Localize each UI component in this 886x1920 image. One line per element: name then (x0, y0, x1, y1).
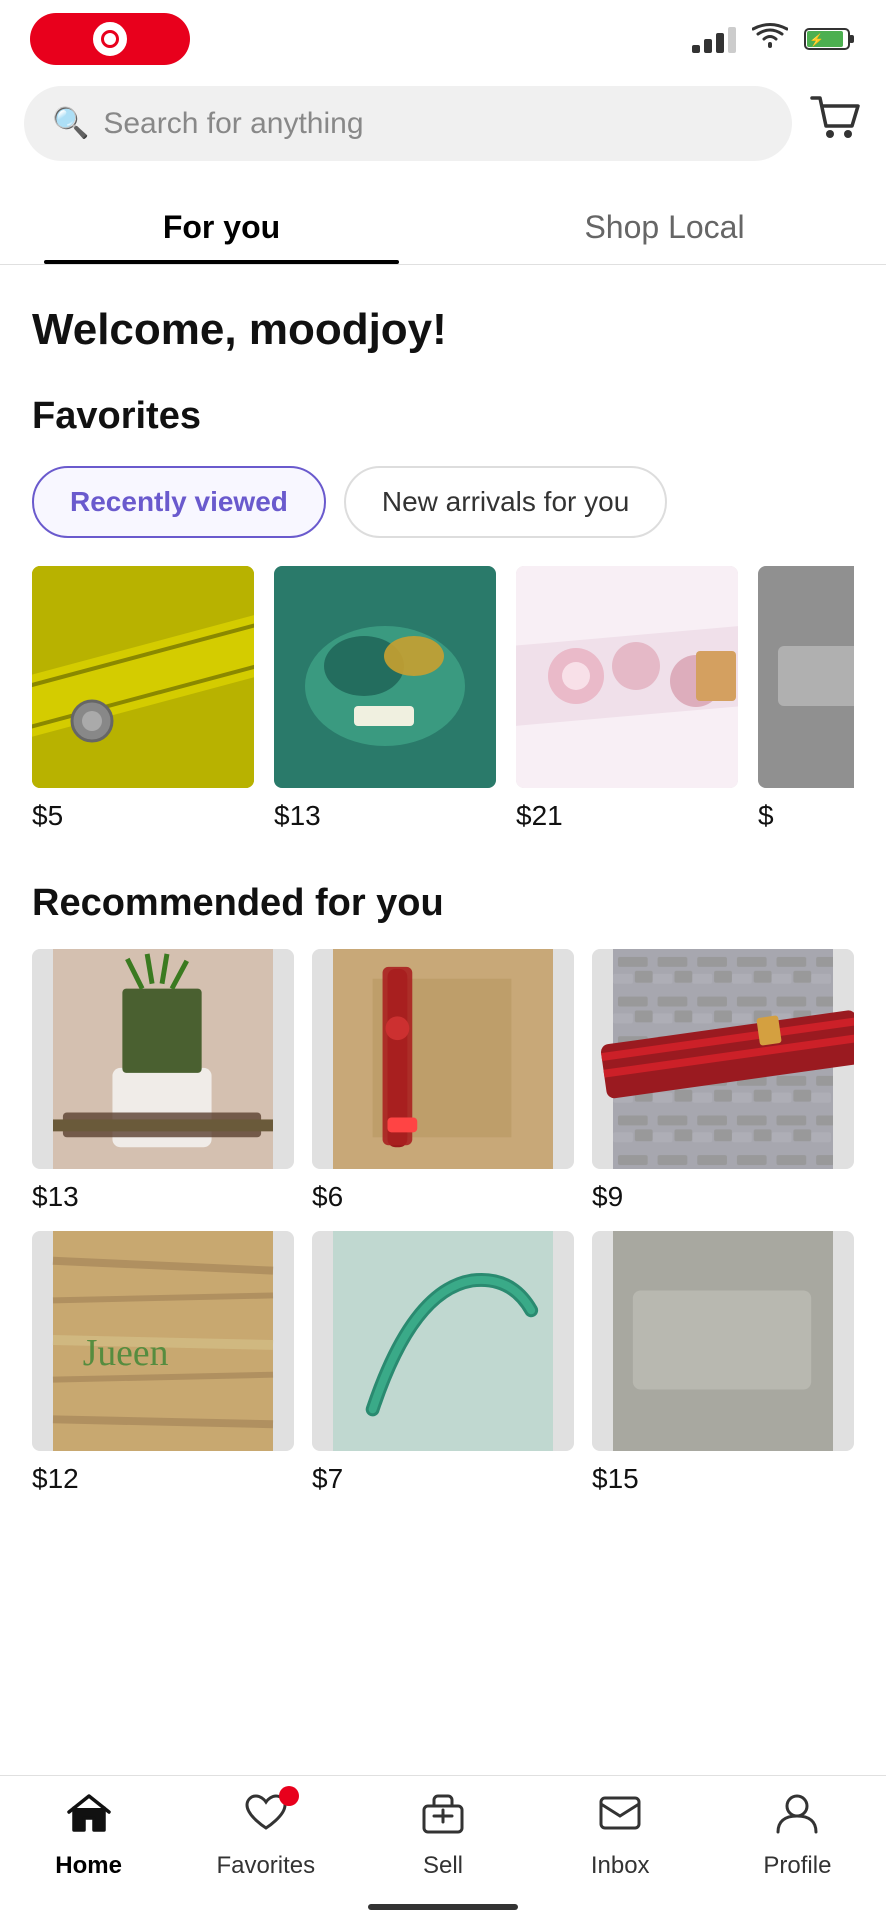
favorite-item-1[interactable]: $5 (32, 566, 254, 832)
cart-icon[interactable] (808, 94, 862, 153)
logo-dot (104, 33, 116, 45)
main-tabs: For you Shop Local (0, 185, 886, 265)
logo-ring (93, 22, 127, 56)
rec-product-image-1 (32, 949, 294, 1169)
rec-item-2[interactable]: $6 (312, 949, 574, 1213)
rec-product-image-2 (312, 949, 574, 1169)
rec-price-1: $13 (32, 1181, 294, 1213)
filter-pills: Recently viewed New arrivals for you (32, 466, 854, 538)
nav-profile[interactable]: Profile (709, 1792, 886, 1880)
sell-icon (420, 1792, 466, 1844)
search-placeholder: Search for anything (103, 107, 363, 141)
inbox-icon (597, 1792, 643, 1844)
nav-home-label: Home (55, 1852, 122, 1880)
favorite-item-3[interactable]: $21 (516, 566, 738, 832)
nav-favorites[interactable]: Favorites (177, 1792, 354, 1880)
bottom-nav: Home Favorites Sell Inbox (0, 1775, 886, 1920)
tab-for-you[interactable]: For you (0, 185, 443, 264)
status-indicators: ⚡ (692, 22, 856, 57)
rec-item-6[interactable]: $15 (592, 1231, 854, 1495)
rec-item-3[interactable]: $9 (592, 949, 854, 1213)
favorite-item-4[interactable]: $ (758, 566, 854, 832)
search-bar[interactable]: 🔍 Search for anything (24, 86, 792, 161)
product-price-1: $5 (32, 800, 254, 832)
nav-sell-label: Sell (423, 1852, 463, 1880)
pill-recently-viewed[interactable]: Recently viewed (32, 466, 326, 538)
favorites-section: Favorites Recently viewed New arrivals f… (0, 375, 886, 852)
svg-text:⚡: ⚡ (809, 33, 824, 47)
rec-price-3: $9 (592, 1181, 854, 1213)
wifi-icon (752, 22, 788, 57)
product-image-1 (32, 566, 254, 788)
home-indicator (368, 1904, 518, 1910)
recommended-section: Recommended for you (0, 852, 886, 1505)
profile-icon (774, 1792, 820, 1844)
nav-inbox-label: Inbox (591, 1852, 650, 1880)
search-container: 🔍 Search for anything (0, 70, 886, 177)
status-bar: ⚡ (0, 0, 886, 70)
tab-shop-local[interactable]: Shop Local (443, 185, 886, 264)
favorites-badge (279, 1786, 299, 1806)
welcome-section: Welcome, moodjoy! (0, 265, 886, 375)
nav-home[interactable]: Home (0, 1792, 177, 1880)
nav-favorites-label: Favorites (216, 1852, 315, 1880)
svg-text:Jueen: Jueen (83, 1332, 169, 1374)
favorite-item-2[interactable]: $13 (274, 566, 496, 832)
page-content: 🔍 Search for anything For you Shop Local… (0, 70, 886, 1665)
rec-item-4[interactable]: Jueen $12 (32, 1231, 294, 1495)
app-logo (30, 13, 190, 65)
product-price-4: $ (758, 800, 854, 832)
home-icon (66, 1792, 112, 1844)
pill-new-arrivals[interactable]: New arrivals for you (344, 466, 667, 538)
product-image-4 (758, 566, 854, 788)
product-image-2 (274, 566, 496, 788)
rec-price-4: $12 (32, 1463, 294, 1495)
rec-product-image-4: Jueen (32, 1231, 294, 1451)
search-icon: 🔍 (52, 106, 89, 141)
recommended-title: Recommended for you (0, 882, 886, 925)
rec-product-image-6 (592, 1231, 854, 1451)
rec-product-image-3 (592, 949, 854, 1169)
nav-inbox[interactable]: Inbox (532, 1792, 709, 1880)
rec-item-5[interactable]: $7 (312, 1231, 574, 1495)
signal-icon (692, 25, 736, 53)
nav-profile-label: Profile (763, 1852, 831, 1880)
favorites-product-row: $5 $13 (32, 566, 854, 842)
product-price-3: $21 (516, 800, 738, 832)
battery-icon: ⚡ (804, 26, 856, 52)
product-image-3 (516, 566, 738, 788)
rec-price-6: $15 (592, 1463, 854, 1495)
nav-sell[interactable]: Sell (354, 1792, 531, 1880)
favorites-title: Favorites (32, 395, 854, 438)
rec-product-image-5 (312, 1231, 574, 1451)
product-price-2: $13 (274, 800, 496, 832)
recommended-grid: $13 $6 (0, 949, 886, 1495)
rec-price-5: $7 (312, 1463, 574, 1495)
rec-price-2: $6 (312, 1181, 574, 1213)
welcome-greeting: Welcome, moodjoy! (32, 305, 854, 355)
favorites-icon (243, 1792, 289, 1844)
rec-item-1[interactable]: $13 (32, 949, 294, 1213)
